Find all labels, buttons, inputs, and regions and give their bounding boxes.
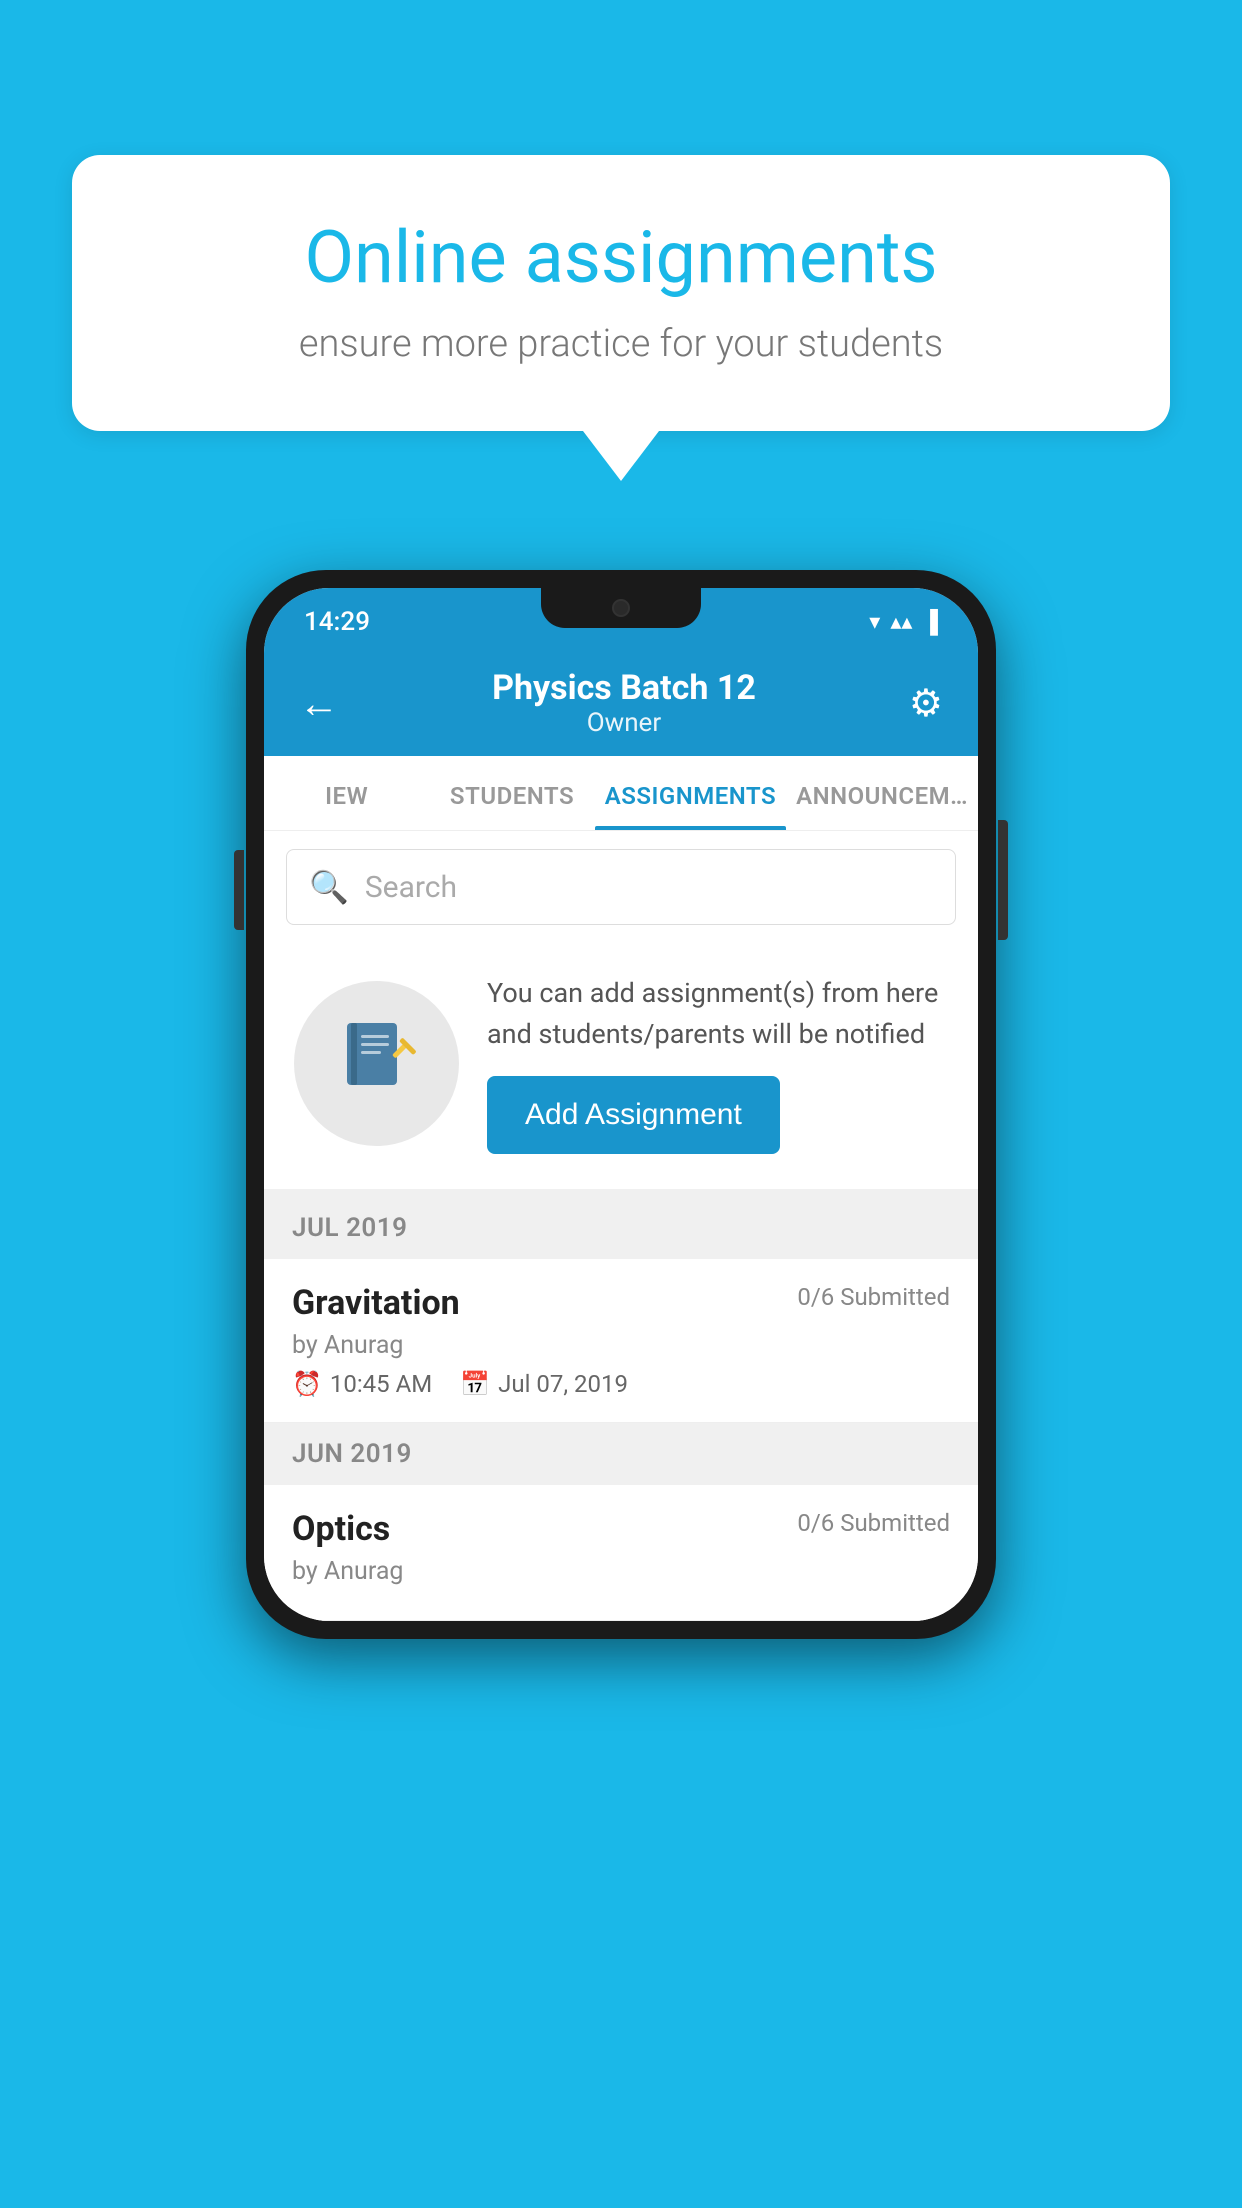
assignment-item-optics[interactable]: Optics 0/6 Submitted by Anurag — [264, 1485, 978, 1621]
tab-students[interactable]: STUDENTS — [429, 756, 594, 830]
tab-iew[interactable]: IEW — [264, 756, 429, 830]
status-icons: ▾ ▴▴ ▐ — [869, 609, 938, 635]
assignment-gravitation-header: Gravitation 0/6 Submitted — [292, 1283, 950, 1323]
promo-block: You can add assignment(s) from here and … — [264, 943, 978, 1197]
app-bar: ← Physics Batch 12 Owner ⚙ — [264, 648, 978, 756]
add-assignment-button[interactable]: Add Assignment — [487, 1076, 780, 1154]
clock-icon: ⏰ — [292, 1370, 322, 1398]
status-time: 14:29 — [304, 607, 370, 637]
search-icon: 🔍 — [309, 868, 349, 906]
assignment-item-gravitation[interactable]: Gravitation 0/6 Submitted by Anurag ⏰ 10… — [264, 1259, 978, 1423]
search-box[interactable]: 🔍 Search — [286, 849, 956, 925]
speech-bubble-container: Online assignments ensure more practice … — [72, 155, 1170, 481]
section-header-jun: JUN 2019 — [264, 1423, 978, 1485]
phone-notch — [541, 588, 701, 628]
search-container: 🔍 Search — [264, 831, 978, 943]
assignment-gravitation-date: 📅 Jul 07, 2019 — [460, 1370, 628, 1398]
section-header-jun-label: JUN 2019 — [292, 1439, 412, 1469]
assignment-gravitation-meta: ⏰ 10:45 AM 📅 Jul 07, 2019 — [292, 1370, 950, 1398]
tab-announcements[interactable]: ANNOUNCEM… — [786, 756, 978, 830]
app-bar-title-block: Physics Batch 12 Owner — [492, 668, 756, 738]
assignment-optics-by: by Anurag — [292, 1557, 950, 1586]
promo-content: You can add assignment(s) from here and … — [487, 973, 948, 1154]
phone-outer: 14:29 ▾ ▴▴ ▐ ← Physics Batch 12 Owner ⚙ … — [246, 570, 996, 1639]
wifi-icon: ▾ — [869, 610, 880, 635]
tabs-bar: IEW STUDENTS ASSIGNMENTS ANNOUNCEM… — [264, 756, 978, 831]
assignment-optics-title: Optics — [292, 1509, 390, 1549]
promo-icon-circle — [294, 981, 459, 1146]
phone-container: 14:29 ▾ ▴▴ ▐ ← Physics Batch 12 Owner ⚙ … — [246, 570, 996, 1639]
settings-icon[interactable]: ⚙ — [909, 681, 943, 726]
assignment-gravitation-title: Gravitation — [292, 1283, 460, 1323]
speech-bubble: Online assignments ensure more practice … — [72, 155, 1170, 431]
assignment-optics-submitted: 0/6 Submitted — [797, 1509, 950, 1537]
notch-camera — [612, 599, 630, 617]
assignment-gravitation-by: by Anurag — [292, 1331, 950, 1360]
section-header-jul-label: JUL 2019 — [292, 1213, 408, 1243]
signal-icon: ▴▴ — [890, 610, 912, 635]
promo-text: You can add assignment(s) from here and … — [487, 973, 948, 1054]
speech-bubble-arrow — [583, 431, 659, 481]
speech-bubble-subtitle: ensure more practice for your students — [142, 322, 1100, 366]
notebook-icon — [337, 1015, 417, 1113]
search-placeholder: Search — [365, 870, 457, 905]
speech-bubble-title: Online assignments — [142, 215, 1100, 300]
phone-screen: 14:29 ▾ ▴▴ ▐ ← Physics Batch 12 Owner ⚙ … — [264, 588, 978, 1621]
back-button[interactable]: ← — [299, 680, 339, 727]
app-bar-title: Physics Batch 12 — [492, 668, 756, 708]
assignment-gravitation-time: ⏰ 10:45 AM — [292, 1370, 432, 1398]
app-bar-subtitle: Owner — [492, 708, 756, 738]
battery-icon: ▐ — [922, 609, 938, 635]
assignment-gravitation-submitted: 0/6 Submitted — [797, 1283, 950, 1311]
calendar-icon: 📅 — [460, 1370, 490, 1398]
assignment-optics-header: Optics 0/6 Submitted — [292, 1509, 950, 1549]
tab-assignments[interactable]: ASSIGNMENTS — [595, 756, 786, 830]
section-header-jul: JUL 2019 — [264, 1197, 978, 1259]
